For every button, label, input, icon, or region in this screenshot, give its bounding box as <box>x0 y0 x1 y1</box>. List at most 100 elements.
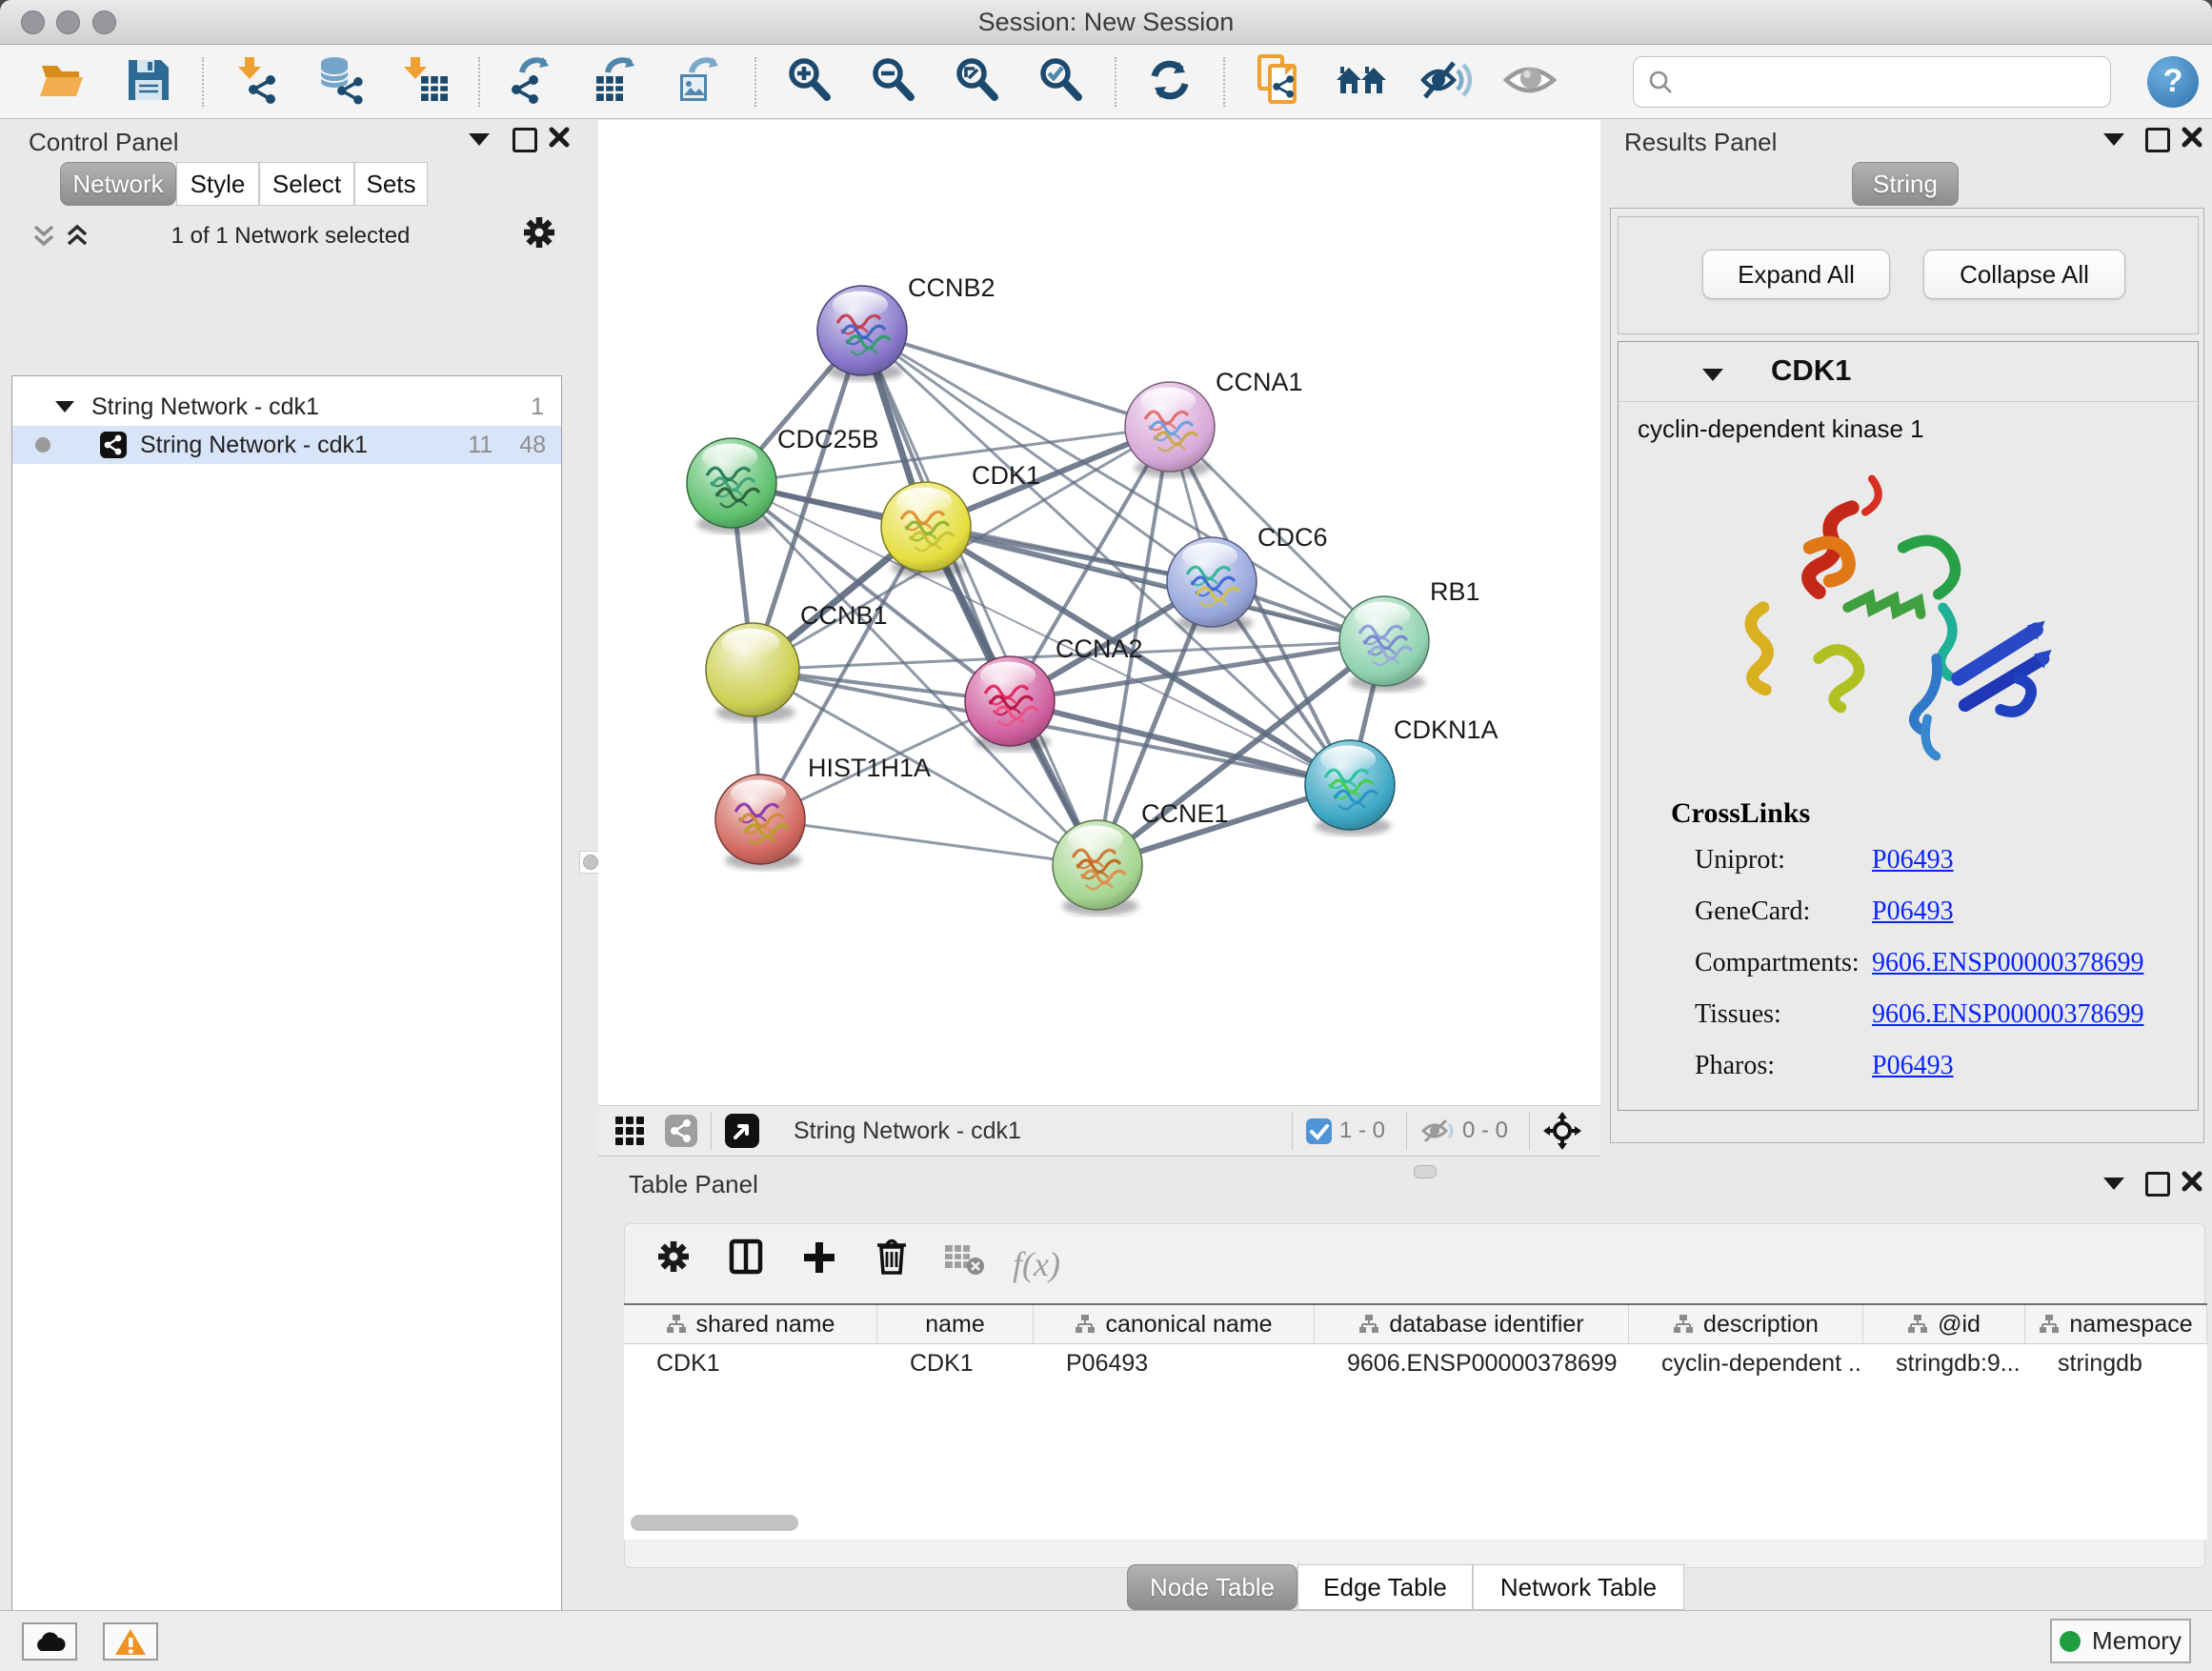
tab-style[interactable]: Style <box>176 162 259 206</box>
export-network-button[interactable] <box>492 51 575 112</box>
table-tabs: Node Table Edge Table Network Table <box>1127 1564 1684 1610</box>
tab-node-table[interactable]: Node Table <box>1127 1564 1297 1610</box>
column-header-canonical-name[interactable]: canonical name <box>1034 1305 1315 1343</box>
open-session-button[interactable] <box>23 51 107 112</box>
panel-menu-icon[interactable] <box>2103 1178 2124 1190</box>
network-canvas[interactable]: CCNB2 CCNA1 CDC25B CDK1 <box>598 120 1600 1105</box>
table-row[interactable]: CDK1CDK1P064939606.ENSP00000378699cyclin… <box>624 1344 2207 1382</box>
collapse-all-button[interactable]: Collapse All <box>1923 250 2125 299</box>
tab-select[interactable]: Select <box>259 162 354 206</box>
table-toolbar: f(x) <box>651 1235 1085 1286</box>
selected-checkbox-icon[interactable] <box>1306 1118 1332 1144</box>
tab-sets[interactable]: Sets <box>354 162 428 206</box>
first-neighbors-button[interactable] <box>1320 51 1404 112</box>
network-options-gear-icon[interactable] <box>522 215 558 256</box>
float-panel-icon[interactable] <box>513 128 537 152</box>
close-panel-icon[interactable] <box>547 125 572 154</box>
application-window: Session: New Session ? Control Panel Net… <box>0 0 2212 1671</box>
search-input[interactable] <box>1683 68 2110 96</box>
crosslink-value-link[interactable]: P06493 <box>1872 1051 1954 1081</box>
hide-selected-button[interactable] <box>1404 51 1488 112</box>
collapse-all-networks-icon[interactable] <box>31 221 56 254</box>
network-node-CCNA1[interactable] <box>1125 382 1215 477</box>
warnings-button[interactable] <box>103 1622 158 1661</box>
save-session-button[interactable] <box>107 51 191 112</box>
zoom-selected-button[interactable] <box>1019 51 1103 112</box>
network-node-CDKN1A[interactable] <box>1305 740 1395 836</box>
share-view-icon[interactable] <box>665 1115 697 1147</box>
node-label-CCNB1: CCNB1 <box>800 601 888 630</box>
float-panel-icon[interactable] <box>2145 1172 2170 1197</box>
tab-network-table[interactable]: Network Table <box>1473 1564 1684 1610</box>
import-network-from-file-button[interactable] <box>215 51 299 112</box>
crosslink-row: Compartments: 9606.ENSP00000378699 <box>1695 948 2190 978</box>
show-all-button[interactable] <box>1488 51 1572 112</box>
clone-network-button[interactable] <box>1237 51 1320 112</box>
zoom-fit-button[interactable] <box>935 51 1019 112</box>
node-label-CDKN1A: CDKN1A <box>1394 715 1498 744</box>
table-horizontal-scrollbar[interactable] <box>631 1515 798 1531</box>
gear-icon <box>656 1239 693 1278</box>
network-edge-CCNB2-CCNE1[interactable] <box>862 331 1097 865</box>
help-button[interactable]: ? <box>2147 56 2199 108</box>
toolbar-separator <box>478 57 480 107</box>
create-column-button[interactable] <box>795 1237 843 1280</box>
trash-icon <box>874 1236 910 1278</box>
network-collection-row[interactable]: String Network - cdk1 1 <box>12 388 561 426</box>
network-node-CCNE1[interactable] <box>1053 820 1142 916</box>
network-node-HIST1H1A[interactable] <box>715 775 805 870</box>
network-node-count: 11 <box>468 432 493 459</box>
column-header-shared-name[interactable]: shared name <box>624 1305 877 1343</box>
network-node-CCNB1[interactable] <box>706 623 799 722</box>
close-panel-icon[interactable] <box>2180 1169 2204 1198</box>
tab-string[interactable]: String <box>1852 162 1959 206</box>
delete-column-button[interactable] <box>868 1235 915 1278</box>
fit-content-crosshair-icon[interactable] <box>1543 1112 1581 1150</box>
column-header-name[interactable]: name <box>877 1305 1034 1343</box>
network-edge-CCNB2-CCNA1[interactable] <box>862 331 1170 427</box>
table-settings-button[interactable] <box>651 1237 698 1280</box>
float-panel-icon[interactable] <box>2145 128 2170 152</box>
zoom-out-button[interactable] <box>852 51 935 112</box>
expand-all-button[interactable]: Expand All <box>1702 250 1890 299</box>
network-node-CCNA2[interactable] <box>965 656 1055 752</box>
panel-menu-icon[interactable] <box>469 133 490 146</box>
zoom-in-button[interactable] <box>768 51 852 112</box>
network-node-CDC6[interactable] <box>1167 537 1257 633</box>
crosslink-label: Compartments: <box>1695 948 1872 978</box>
document-share-icon <box>1254 53 1303 110</box>
expand-all-networks-icon[interactable] <box>65 221 90 254</box>
column-header--id[interactable]: @id <box>1863 1305 2025 1343</box>
export-image-button[interactable] <box>659 51 743 112</box>
search-box[interactable] <box>1633 56 2111 108</box>
birds-eye-view-icon[interactable] <box>725 1114 759 1148</box>
tab-network[interactable]: Network <box>60 162 176 206</box>
network-edge-CCNA2-CDKN1A[interactable] <box>1010 701 1350 785</box>
show-columns-button[interactable] <box>723 1236 771 1279</box>
crosslink-value-link[interactable]: P06493 <box>1872 845 1954 876</box>
entry-description: cyclin-dependent kinase 1 <box>1638 414 1924 444</box>
tab-edge-table[interactable]: Edge Table <box>1297 1564 1473 1610</box>
crosslink-value-link[interactable]: P06493 <box>1872 896 1954 927</box>
export-table-button[interactable] <box>575 51 659 112</box>
memory-button[interactable]: Memory <box>2050 1619 2191 1663</box>
crosslink-value-link[interactable]: 9606.ENSP00000378699 <box>1872 999 2143 1030</box>
column-header-description[interactable]: description <box>1629 1305 1863 1343</box>
column-header-database-identifier[interactable]: database identifier <box>1315 1305 1629 1343</box>
entry-expander-icon[interactable] <box>1702 369 1723 381</box>
cloud-button[interactable] <box>22 1622 77 1661</box>
column-header-namespace[interactable]: namespace <box>2025 1305 2207 1343</box>
import-table-from-file-button[interactable] <box>383 51 467 112</box>
collection-expander-icon[interactable] <box>55 401 74 413</box>
network-edge-HIST1H1A-CCNE1[interactable] <box>760 819 1097 865</box>
grid-view-icon[interactable] <box>615 1117 644 1145</box>
import-network-from-database-button[interactable] <box>299 51 383 112</box>
crosslink-value-link[interactable]: 9606.ENSP00000378699 <box>1872 948 2143 978</box>
toolbar-separator <box>1223 57 1225 107</box>
apply-layout-button[interactable] <box>1128 51 1212 112</box>
network-node-CDC25B[interactable] <box>687 438 776 534</box>
panel-menu-icon[interactable] <box>2103 133 2124 146</box>
network-row[interactable]: String Network - cdk1 11 48 <box>12 426 561 464</box>
close-panel-icon[interactable] <box>2180 125 2204 154</box>
network-node-RB1[interactable] <box>1339 596 1429 692</box>
